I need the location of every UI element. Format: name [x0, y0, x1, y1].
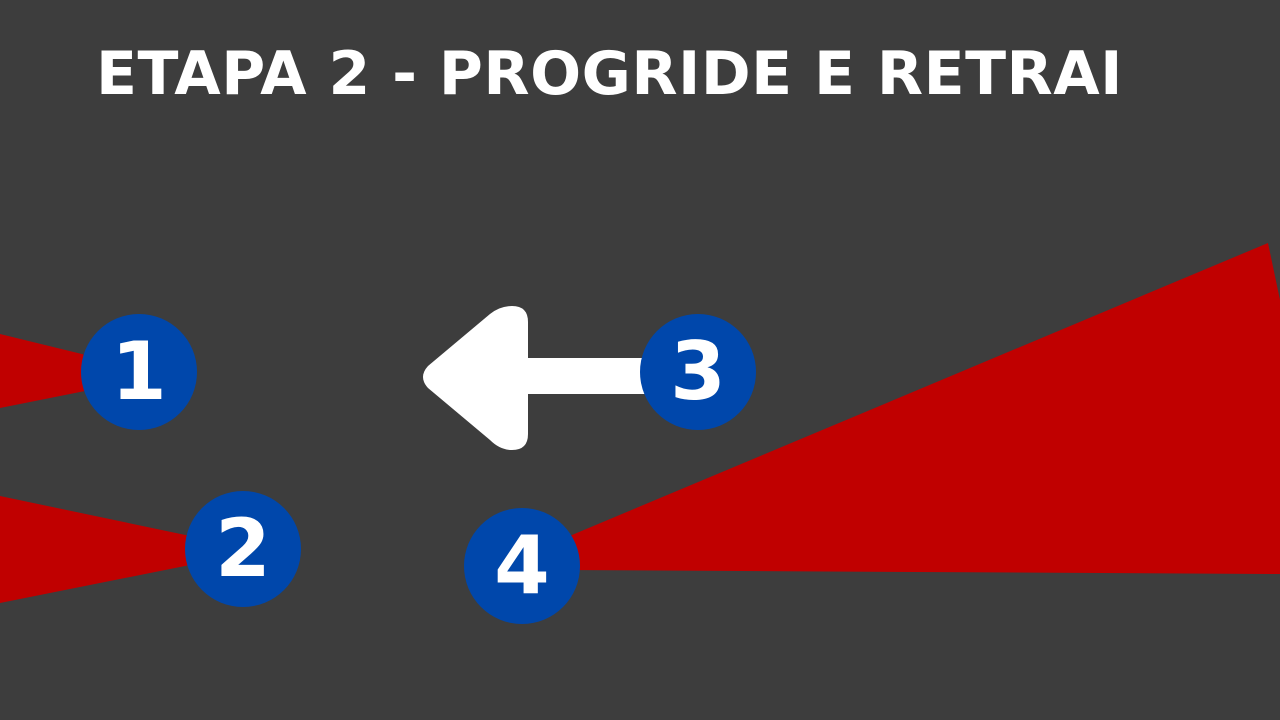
- marker-4: 4: [464, 508, 580, 624]
- page-title: ETAPA 2 - PROGRIDE E RETRAI: [96, 39, 1123, 109]
- marker-2: 2: [185, 491, 301, 607]
- marker-3: 3: [640, 314, 756, 430]
- marker-1: 1: [81, 314, 197, 430]
